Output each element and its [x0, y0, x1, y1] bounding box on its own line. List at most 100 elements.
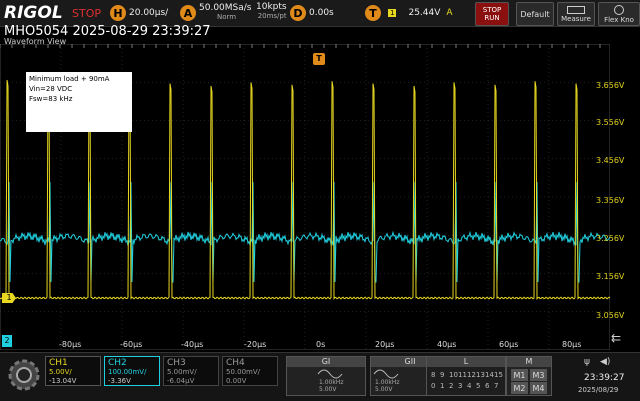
flex-knob-label: Flex Kno	[604, 15, 634, 24]
logic-channel-number[interactable]: 13	[476, 370, 485, 381]
sample-rate: 50.00MSa/s	[199, 3, 252, 13]
default-button[interactable]: Default	[516, 2, 554, 26]
top-ruler	[0, 44, 601, 48]
speaker-icon[interactable]: ◀)	[600, 357, 610, 367]
ch4-scale: 50.00mV/	[226, 368, 261, 376]
logic-channel-number[interactable]: 0	[431, 381, 440, 392]
vscale-label: 3.656V	[596, 81, 625, 90]
vscale-label: 3.056V	[596, 311, 625, 320]
gen1-amp: 5.00V	[319, 386, 337, 393]
trigger-level: 25.44V	[408, 8, 441, 18]
tscale-label: 0s	[316, 340, 326, 349]
ch1-scale: 5.00V/	[49, 368, 72, 376]
logic-channel-number[interactable]: 15	[494, 370, 503, 381]
mem-time-value: 20ms/pt	[257, 12, 287, 20]
ch2-offset-marker[interactable]: 2	[2, 335, 12, 347]
logic-channel-number[interactable]: 11	[458, 370, 467, 381]
logic-channel-number[interactable]: 8	[431, 370, 440, 381]
logic-channel-number[interactable]: 4	[467, 381, 476, 392]
a-icon: A	[180, 5, 196, 21]
d-icon: D	[290, 5, 306, 21]
measure-button[interactable]: Measure	[557, 2, 595, 26]
logic-channel-number[interactable]: 9	[440, 370, 449, 381]
trigger-control[interactable]: T 1 25.44V A	[365, 3, 453, 23]
logic-channel-number[interactable]: 10	[449, 370, 458, 381]
rigol-logo: RIGOL	[4, 3, 63, 23]
ch2-offset: -3.36V	[108, 377, 131, 385]
ch2-info[interactable]: CH2 100.00mV/ -3.36V	[104, 356, 160, 386]
ch1-name: CH1	[49, 358, 68, 368]
vscale-label: 3.356V	[596, 196, 625, 205]
ch2-scale: 100.00mV/	[108, 368, 147, 376]
mem-depth-value: 10kpts	[256, 2, 287, 12]
horizontal-control[interactable]: H 20.00μs/	[110, 3, 168, 23]
top-toolbar: RIGOL STOP H 20.00μs/ A 50.00MSa/s Norm …	[0, 0, 640, 27]
tscale-label: 80μs	[562, 340, 582, 349]
logic-label: L	[427, 357, 505, 367]
acquire-control[interactable]: A 50.00MSa/s Norm	[180, 3, 251, 23]
vscale-label: 3.556V	[596, 118, 625, 127]
delay-value: 0.00s	[309, 8, 334, 18]
gen2-amp: 5.00V	[375, 386, 393, 393]
t-icon: T	[365, 5, 381, 21]
tscale-label: 40μs	[437, 340, 457, 349]
tscale-label: -20μs	[244, 340, 267, 349]
timebase-value: 20.00μs/	[129, 8, 169, 18]
gen1-label: GI	[287, 357, 365, 367]
logic-channel-number[interactable]: 3	[458, 381, 467, 392]
delay-control[interactable]: D 0.00s	[290, 3, 334, 23]
trigger-source: 1	[388, 9, 397, 17]
tscale-label: 60μs	[499, 340, 519, 349]
ch4-info[interactable]: CH4 50.00mV/ 0.00V	[222, 356, 278, 386]
ch4-name: CH4	[226, 358, 245, 368]
generator-1-panel[interactable]: GI 1.00kHz 5.00V	[286, 356, 366, 396]
run-label: RUN	[484, 14, 500, 22]
tscale-label: 20μs	[375, 340, 395, 349]
stop-label: STOP	[482, 6, 502, 14]
ch4-offset: 0.00V	[226, 377, 247, 385]
tscale-label: -80μs	[59, 340, 82, 349]
logic-channel-number[interactable]: 14	[485, 370, 494, 381]
note-line: Fsw=83 kHz	[29, 95, 73, 103]
ch1-offset: -13.04V	[49, 377, 77, 385]
tscale-label: -40μs	[181, 340, 204, 349]
acq-mode: Norm	[217, 13, 237, 21]
math-m3-button[interactable]: M3	[530, 369, 547, 381]
note-line: Minimum load + 90mA	[29, 75, 110, 83]
sine-wave-icon	[317, 369, 343, 379]
logic-channel-number[interactable]: 2	[449, 381, 458, 392]
ch3-offset: -6.04μV	[167, 377, 195, 385]
clock-time: 23:39:27	[584, 373, 625, 383]
stop-run-button[interactable]: STOP RUN	[475, 2, 509, 26]
usb-icon: ψ	[584, 357, 590, 367]
h-icon: H	[110, 5, 126, 21]
ch1-info[interactable]: CH1 5.00V/ -13.04V	[45, 356, 101, 386]
ch3-info[interactable]: CH3 5.00mV/ -6.04μV	[163, 356, 219, 386]
math-m4-button[interactable]: M4	[530, 382, 547, 394]
trigger-type: A	[446, 8, 453, 18]
vscale-label: 3.156V	[596, 272, 625, 281]
trigger-position-marker[interactable]: T	[313, 53, 325, 65]
logic-channel-number[interactable]: 1	[440, 381, 449, 392]
run-state[interactable]: STOP	[72, 3, 101, 23]
flex-knob-button[interactable]: Flex Kno	[598, 2, 640, 26]
sine-wave-icon	[373, 369, 399, 379]
math-m1-button[interactable]: M1	[511, 369, 528, 381]
logic-channel-number[interactable]: 5	[476, 381, 485, 392]
memory-depth: 10kpts 20ms/pt	[256, 3, 287, 23]
measure-label: Measure	[561, 14, 591, 23]
math-m2-button[interactable]: M2	[511, 382, 528, 394]
ch3-name: CH3	[167, 358, 186, 368]
logic-channel-number[interactable]: 7	[494, 381, 503, 392]
logic-panel[interactable]: L 8 9 10 11 12 13 14 15 0 1 2 3 4 5 6 7	[426, 356, 506, 396]
ch3-scale: 5.00mV/	[167, 368, 197, 376]
annotation-box: Minimum load + 90mA Vin=28 VDC Fsw=83 kH…	[26, 72, 132, 132]
vscale-label: 3.456V	[596, 156, 625, 165]
logic-channel-number[interactable]: 12	[467, 370, 476, 381]
clock-date: 2025/08/29	[578, 386, 619, 394]
collapse-icon[interactable]: ⇇	[611, 331, 621, 345]
math-panel[interactable]: M M1 M3 M2 M4	[506, 356, 552, 396]
ruler-icon	[567, 5, 585, 14]
home-gear-button[interactable]	[6, 355, 42, 395]
logic-channel-number[interactable]: 6	[485, 381, 494, 392]
